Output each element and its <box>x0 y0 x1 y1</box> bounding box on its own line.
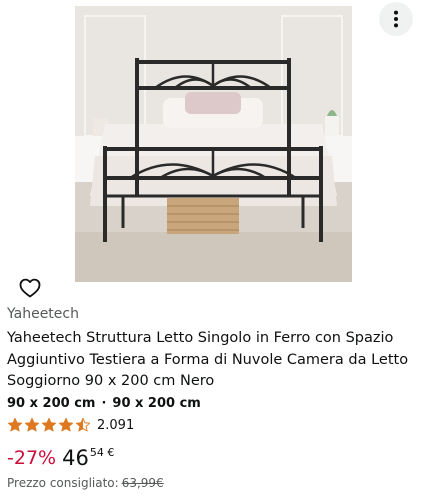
star-icon <box>58 417 74 432</box>
rating[interactable]: 2.091 <box>7 417 134 433</box>
product-title[interactable]: Yaheetech Struttura Letto Singolo in Fer… <box>7 328 417 393</box>
star-icon <box>75 417 91 432</box>
star-icon <box>24 417 40 432</box>
variant-size: 90 x 200 cm <box>112 396 201 411</box>
list-price-label: Prezzo consigliato: <box>7 476 119 490</box>
variant-sizes: 90 x 200 cm · 90 x 200 cm <box>7 396 201 411</box>
list-price: Prezzo consigliato: 63,99€ <box>7 476 164 490</box>
heart-outline-icon[interactable] <box>18 276 42 300</box>
price: -27% 46 54 € <box>7 446 114 470</box>
star-rating <box>7 417 91 433</box>
brand-name[interactable]: Yaheetech <box>7 306 79 322</box>
product-image-area[interactable] <box>0 0 427 298</box>
variant-separator: · <box>101 396 107 411</box>
price-fraction: 54 € <box>89 446 115 459</box>
more-options-button[interactable] <box>379 2 413 36</box>
list-price-value: 63,99€ <box>121 476 164 490</box>
product-photo[interactable] <box>75 6 352 282</box>
rating-count: 2.091 <box>97 417 135 433</box>
discount-percent: -27% <box>7 447 57 469</box>
price-whole: 46 <box>62 446 89 470</box>
star-icon <box>41 417 57 432</box>
more-vertical-icon <box>393 10 399 28</box>
variant-size: 90 x 200 cm <box>7 396 96 411</box>
star-icon <box>7 417 23 432</box>
